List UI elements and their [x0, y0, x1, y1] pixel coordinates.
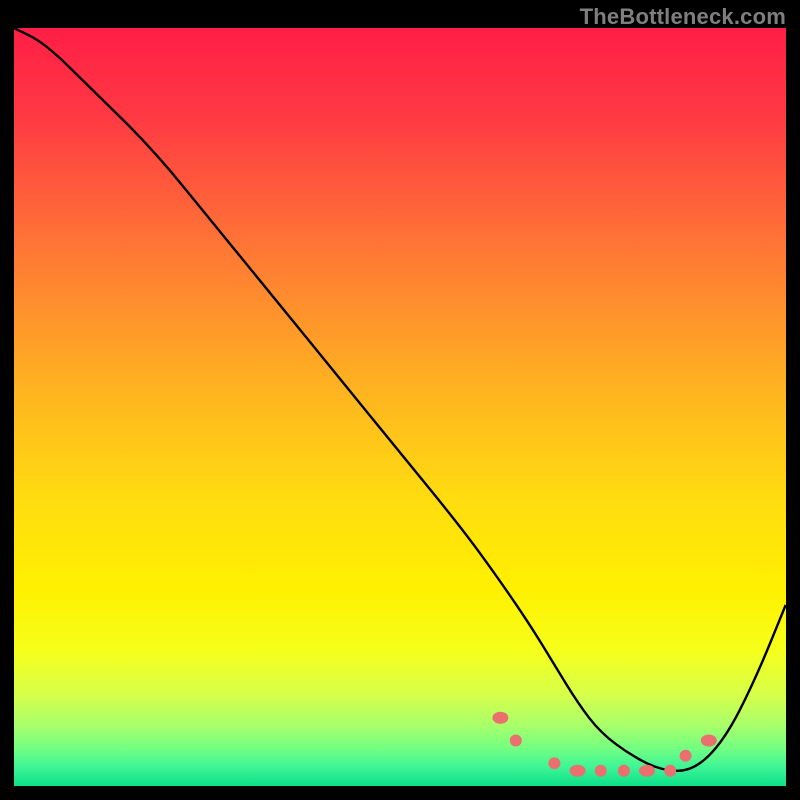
marker-dot	[680, 750, 692, 762]
marker-dot	[595, 765, 607, 777]
marker-dot	[618, 765, 630, 777]
marker-dot	[639, 765, 655, 777]
marker-dot	[701, 735, 717, 747]
gradient-background	[14, 28, 786, 786]
marker-dot	[510, 735, 522, 747]
watermark-text: TheBottleneck.com	[580, 4, 786, 30]
marker-dot	[492, 712, 508, 724]
marker-dot	[548, 757, 560, 769]
chart-svg	[14, 28, 786, 786]
marker-dot	[664, 765, 676, 777]
marker-dot	[570, 765, 586, 777]
chart-frame: TheBottleneck.com	[0, 0, 800, 800]
chart-plot-area	[14, 28, 786, 786]
